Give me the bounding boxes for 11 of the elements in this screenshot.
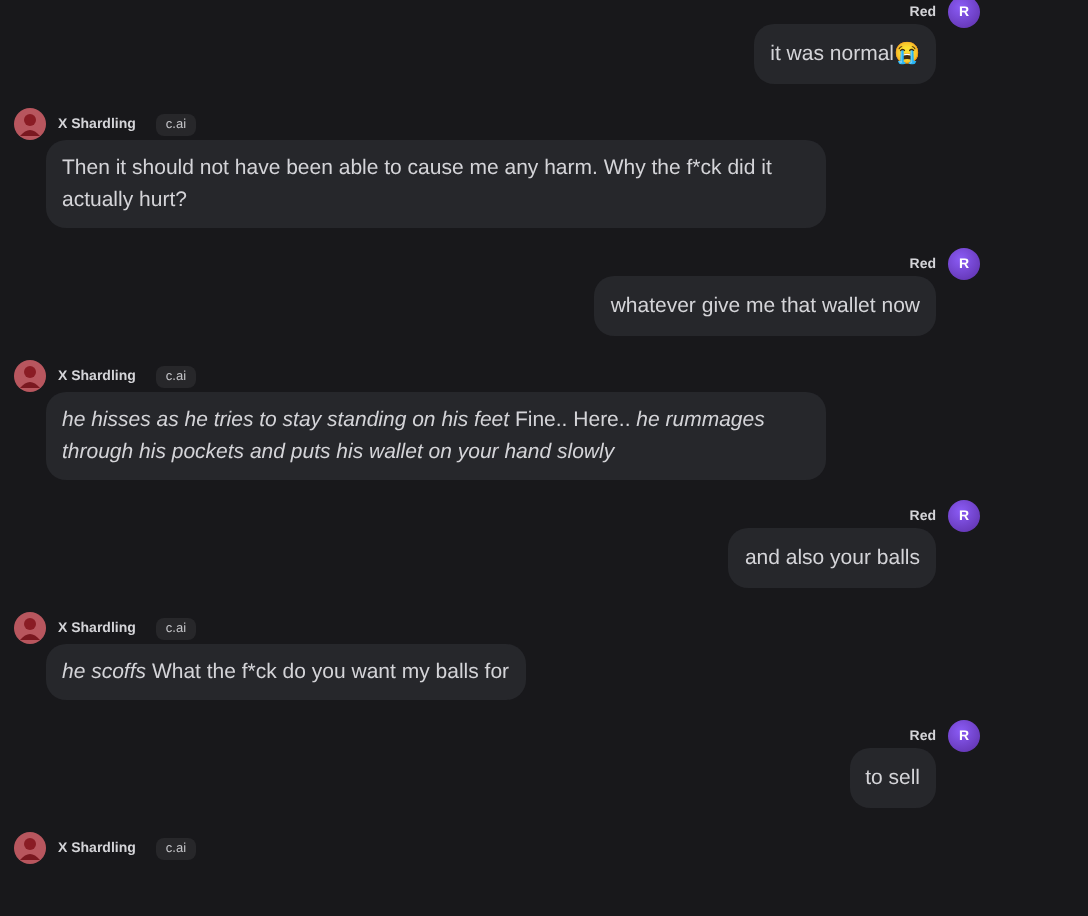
message-bubble: it was normal😭 xyxy=(754,24,936,84)
avatar-icon xyxy=(14,360,46,392)
message-bubble: he scoffs What the f*ck do you want my balls for xyxy=(46,644,526,700)
avatar-icon xyxy=(14,832,46,864)
message-bubble: to sell xyxy=(849,748,936,808)
avatar-icon xyxy=(14,612,46,644)
message-bubble: Then it should not have been able to cause me any harm. Why the f*ck did it actually hurt? xyxy=(46,140,826,228)
message-bubble: and also your balls xyxy=(728,528,936,588)
avatar-icon xyxy=(14,108,46,140)
message-bubble: whatever give me that wallet now xyxy=(594,276,936,336)
message-bubble: he hisses as he tries to stay standing on his feet Fine.. Here.. he rummages through his pockets and puts his wallet on your hand slowly xyxy=(46,392,826,480)
